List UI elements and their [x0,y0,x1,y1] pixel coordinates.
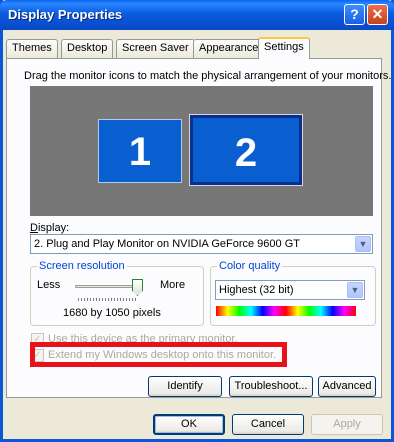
close-icon: ✕ [371,6,384,22]
tab-appearance[interactable]: Appearance [193,39,265,58]
screen-resolution-title: Screen resolution [37,260,127,272]
window-title: Display Properties [8,7,123,22]
resolution-less-label: Less [37,279,61,291]
color-quality-title: Color quality [217,260,283,272]
apply-button[interactable]: Apply [311,414,383,435]
resolution-slider-ticks [78,298,138,301]
display-select-value: 2. Plug and Play Monitor on NVIDIA GeFor… [34,238,300,250]
title-bar[interactable]: Display Properties ? ✕ [0,0,394,30]
monitor-arrangement-area: 1 2 [30,86,373,216]
display-select[interactable]: 2. Plug and Play Monitor on NVIDIA GeFor… [30,234,373,254]
cancel-button[interactable]: Cancel [232,414,304,435]
color-quality-preview-bar [216,306,356,316]
identify-button[interactable]: Identify [148,376,222,397]
help-icon: ? [350,6,359,22]
monitor-1[interactable]: 1 [98,119,182,183]
arrangement-instruction: Drag the monitor icons to match the phys… [24,70,392,82]
display-label: Display: [30,222,70,234]
chevron-down-icon: ▼ [355,236,371,252]
resolution-value: 1680 by 1050 pixels [63,307,161,319]
tab-desktop[interactable]: Desktop [61,39,114,58]
monitor-2[interactable]: 2 [189,114,303,186]
close-button[interactable]: ✕ [367,4,388,25]
ok-button[interactable]: OK [153,414,225,435]
color-quality-select[interactable]: Highest (32 bit) ▼ [215,280,365,300]
troubleshoot-button[interactable]: Troubleshoot... [229,376,313,397]
highlight-annotation-box [30,342,287,367]
tab-screen-saver[interactable]: Screen Saver [116,39,195,58]
color-quality-value: Highest (32 bit) [219,284,294,296]
resolution-slider-track[interactable] [75,285,140,288]
help-button[interactable]: ? [344,4,365,25]
advanced-button[interactable]: Advanced [318,376,376,397]
chevron-down-icon: ▼ [347,282,363,298]
tab-settings[interactable]: Settings [258,37,310,59]
tab-themes[interactable]: Themes [6,39,58,58]
resolution-more-label: More [160,279,186,291]
